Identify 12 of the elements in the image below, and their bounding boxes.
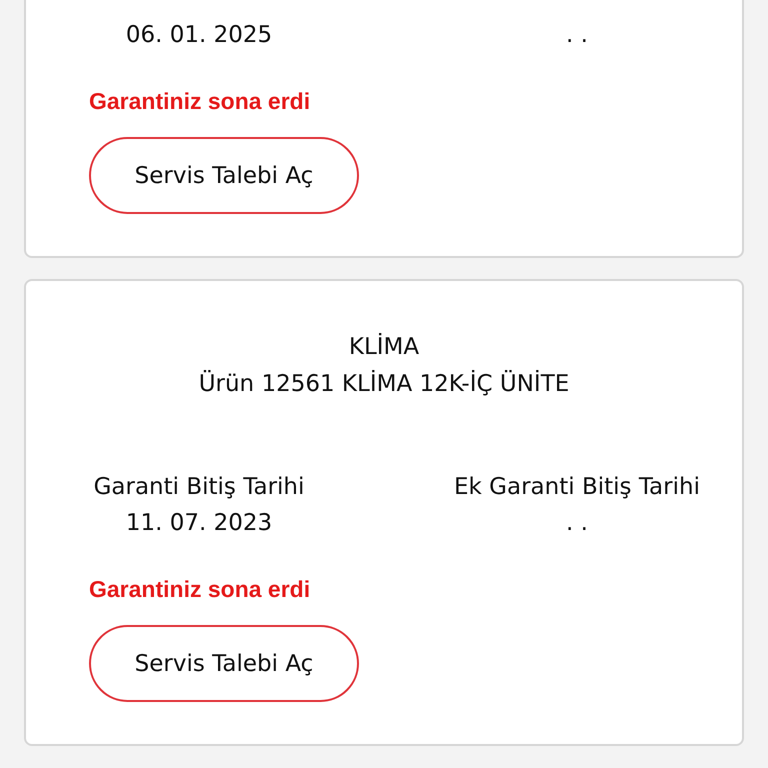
warranty-end-date: 11. 07. 2023 <box>124 509 274 538</box>
service-request-button[interactable]: Servis Talebi Aç <box>89 137 359 214</box>
warranty-status: Garantiniz sona erdi <box>89 576 312 603</box>
product-name: Ürün 12561 KLİMA 12K-İÇ ÜNİTE <box>198 369 570 399</box>
product-category: KLİMA <box>348 332 420 362</box>
warranty-end-label: Garanti Bitiş Tarihi <box>92 473 306 502</box>
warranty-status: Garantiniz sona erdi <box>89 88 312 115</box>
extended-warranty-label: Ek Garanti Bitiş Tarihi <box>453 473 701 502</box>
warranty-end-date: 06. 01. 2025 <box>124 21 274 50</box>
extended-warranty-date: . . <box>565 509 589 538</box>
service-request-button[interactable]: Servis Talebi Aç <box>89 625 359 702</box>
extended-warranty-date: . . <box>565 21 589 50</box>
